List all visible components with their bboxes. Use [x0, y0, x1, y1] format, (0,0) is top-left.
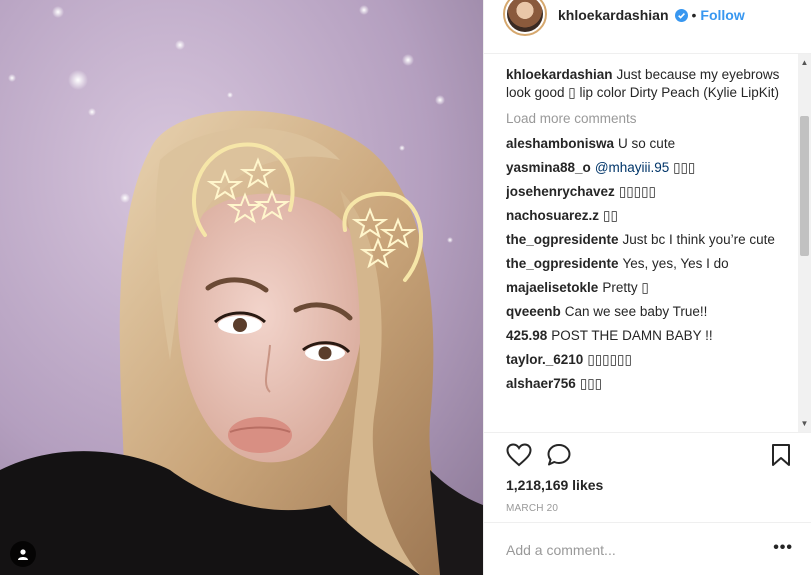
comment-text: ▯▯▯▯▯ — [618, 184, 656, 199]
comment-item: alshaer756 ▯▯▯ — [506, 375, 788, 393]
header-line: khloekardashian • Follow — [558, 7, 745, 23]
comment-username[interactable]: 425.98 — [506, 328, 547, 343]
comment-item: 425.98 POST THE DAMN BABY !! — [506, 327, 788, 345]
comment-item: taylor._6210 ▯▯▯▯▯▯ — [506, 351, 788, 369]
header-separator: • — [691, 7, 697, 23]
bookmark-icon[interactable] — [771, 443, 791, 472]
header-username[interactable]: khloekardashian — [558, 7, 669, 23]
comment-username[interactable]: taylor._6210 — [506, 352, 583, 367]
add-comment-bar: ••• — [484, 522, 811, 577]
comment-username[interactable]: the_ogpresidente — [506, 256, 619, 271]
speech-bubble-icon[interactable] — [546, 443, 572, 472]
post-actions: 1,218,169 likes MARCH 20 ••• — [484, 432, 811, 575]
scroll-down-arrow-icon[interactable]: ▼ — [798, 417, 811, 430]
likes-count[interactable]: 1,218,169 likes — [506, 477, 603, 493]
comment-text: ▯▯▯ — [579, 376, 603, 391]
comment-username[interactable]: majaelisetokle — [506, 280, 598, 295]
comment-text: U so cute — [618, 136, 676, 151]
heart-icon[interactable] — [506, 443, 532, 472]
post-side-panel: khloekardashian • Follow khloekardashian… — [483, 0, 811, 575]
comment-username[interactable]: qveeenb — [506, 304, 561, 319]
comment-item: yasmina88_o @mhayiii.95 ▯▯▯ — [506, 159, 788, 177]
comment-username[interactable]: aleshamboniswa — [506, 136, 614, 151]
post-header: khloekardashian • Follow — [484, 0, 811, 54]
selfie-image — [0, 0, 483, 575]
comment-input[interactable] — [504, 537, 748, 563]
comment-text: Pretty ▯ — [602, 280, 649, 295]
verified-badge-icon — [674, 8, 688, 22]
comment-item: majaelisetokle Pretty ▯ — [506, 279, 788, 297]
tagged-user-icon[interactable] — [10, 541, 36, 567]
post-caption: khloekardashian Just because my eyebrows … — [506, 66, 788, 102]
avatar[interactable] — [503, 0, 547, 36]
comment-username[interactable]: the_ogpresidente — [506, 232, 619, 247]
comment-item: qveeenb Can we see baby True!! — [506, 303, 788, 321]
follow-button[interactable]: Follow — [700, 7, 744, 23]
comment-item: nachosuarez.z ▯▯ — [506, 207, 788, 225]
comment-mention-link[interactable]: @mhayiii.95 — [595, 160, 669, 175]
comment-username[interactable]: nachosuarez.z — [506, 208, 599, 223]
comment-text: ▯▯▯ — [673, 160, 696, 175]
comment-item: the_ogpresidente Just bc I think you’re c… — [506, 231, 788, 249]
comment-username[interactable]: josehenrychavez — [506, 184, 615, 199]
more-options-icon[interactable]: ••• — [773, 539, 793, 557]
comment-text: ▯▯▯▯▯▯ — [587, 352, 632, 367]
comment-item: aleshamboniswa U so cute — [506, 135, 788, 153]
comments-scrollbar[interactable]: ▲ ▼ — [798, 54, 811, 432]
comment-username[interactable]: alshaer756 — [506, 376, 576, 391]
comment-text: Can we see baby True!! — [564, 304, 708, 319]
comment-text: ▯▯ — [603, 208, 618, 223]
comment-text: POST THE DAMN BABY !! — [551, 328, 713, 343]
comment-text: Just bc I think you’re cute — [622, 232, 775, 247]
caption-username[interactable]: khloekardashian — [506, 67, 613, 82]
scroll-thumb[interactable] — [800, 116, 809, 256]
comment-item: the_ogpresidente Yes, yes, Yes I do — [506, 255, 788, 273]
comment-item: josehenrychavez ▯▯▯▯▯ — [506, 183, 788, 201]
post-date: MARCH 20 — [506, 503, 559, 514]
post-photo[interactable] — [0, 0, 483, 575]
comment-list[interactable]: khloekardashian Just because my eyebrows … — [506, 66, 788, 432]
scroll-up-arrow-icon[interactable]: ▲ — [798, 56, 811, 69]
comment-text: Yes, yes, Yes I do — [622, 256, 729, 271]
comment-username[interactable]: yasmina88_o — [506, 160, 591, 175]
load-more-comments-button[interactable]: Load more comments — [506, 110, 788, 128]
